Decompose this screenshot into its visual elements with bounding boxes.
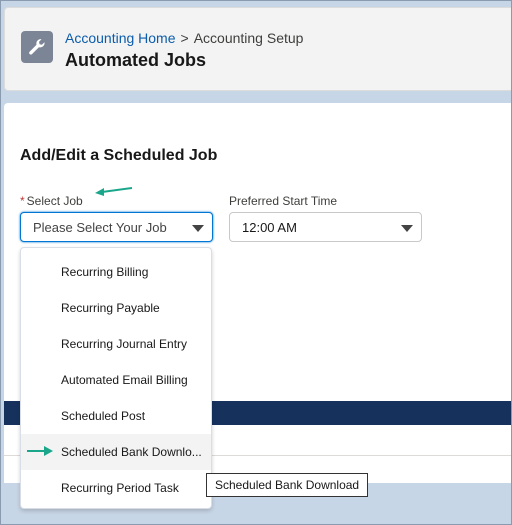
option-recurring-payable[interactable]: Recurring Payable xyxy=(21,290,211,326)
breadcrumb-separator: > xyxy=(180,30,189,46)
option-scheduled-bank-download-label: Scheduled Bank Downlo... xyxy=(61,445,202,459)
annotation-arrow-icon xyxy=(27,446,53,456)
option-recurring-journal-entry[interactable]: Recurring Journal Entry xyxy=(21,326,211,362)
option-tooltip: Scheduled Bank Download xyxy=(206,473,369,497)
option-scheduled-post[interactable]: Scheduled Post xyxy=(21,398,211,434)
app-frame: Accounting Home > Accounting Setup Automat… xyxy=(0,0,512,525)
section-title: Add/Edit a Scheduled Job xyxy=(20,147,218,164)
select-job-dropdown[interactable]: Please Select Your Job xyxy=(20,212,213,242)
chevron-down-icon xyxy=(401,225,413,232)
breadcrumb-accounting-home[interactable]: Accounting Home xyxy=(65,30,176,46)
select-job-label: * Select Job xyxy=(20,194,83,208)
breadcrumb-accounting-setup: Accounting Setup xyxy=(193,30,304,46)
option-recurring-billing[interactable]: Recurring Billing xyxy=(21,254,211,290)
wrench-icon xyxy=(21,31,53,63)
select-job-label-text: Select Job xyxy=(26,194,83,208)
job-options-listbox: Recurring Billing Recurring Payable Recu… xyxy=(20,247,212,509)
start-time-select[interactable]: 12:00 AM xyxy=(229,212,422,242)
page-header: Accounting Home > Accounting Setup Automat… xyxy=(4,7,511,91)
required-marker: * xyxy=(20,194,25,208)
start-time-value: 12:00 AM xyxy=(242,219,297,235)
annotation-arrow-icon xyxy=(95,187,133,196)
option-recurring-period-task[interactable]: Recurring Period Task xyxy=(21,470,211,506)
option-automated-email-billing[interactable]: Automated Email Billing xyxy=(21,362,211,398)
breadcrumb: Accounting Home > Accounting Setup xyxy=(65,30,303,46)
option-scheduled-bank-download[interactable]: Scheduled Bank Downlo... xyxy=(21,434,211,470)
page-title: Automated Jobs xyxy=(65,50,207,70)
start-time-label: Preferred Start Time xyxy=(229,194,338,208)
chevron-down-icon xyxy=(192,225,204,232)
select-job-placeholder: Please Select Your Job xyxy=(33,219,167,235)
